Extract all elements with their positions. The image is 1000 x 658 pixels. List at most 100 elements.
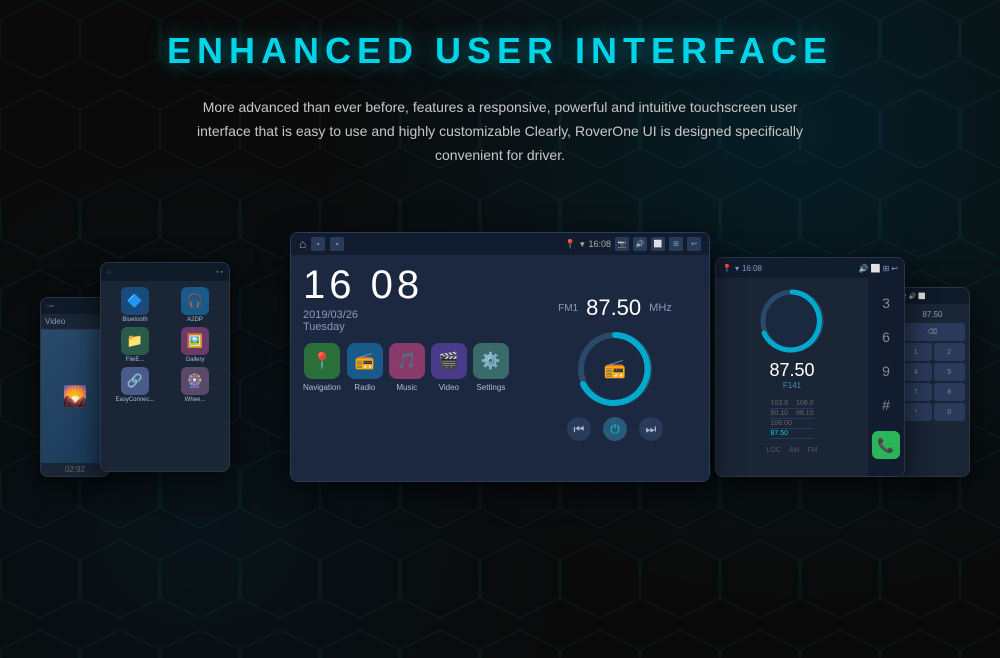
- scale-val-1r: 108.0: [796, 400, 814, 407]
- lss-body: 🔷 Bluetooth 🎧 A2DP 📁 FileE... 🖼️ Gallery: [101, 281, 229, 471]
- rm-freq-display: 87.50: [900, 308, 965, 321]
- rm-row-2: 1 2: [900, 343, 965, 361]
- next-btn[interactable]: ⏭: [639, 417, 663, 441]
- leftmost-body: Video 🌄 02:92: [41, 314, 109, 476]
- rss-frequency-scale: 103.9 108.0 90.10 98.10 108.00 87.50: [766, 396, 817, 443]
- radio-controls: ⏮ ⏻ ⏭: [567, 417, 663, 441]
- center-left-panel: 16 08 2019/03/26 Tuesday 📍 Navigation 📻 …: [291, 255, 521, 481]
- rss-status-left: 📍 ▾ 16:08: [722, 264, 762, 273]
- screen-rightmost: 📷 🔊 ⬜ 87.50 ⌫ 1 2 4 5: [895, 287, 970, 477]
- volume-icon: 🔊: [633, 237, 647, 251]
- lss-home: ⌂: [107, 269, 111, 276]
- lss-app-wheel[interactable]: 🎡 Whee...: [167, 367, 223, 403]
- scale-item-2: 90.10 98.10: [770, 410, 813, 419]
- rss-body: 87.50 F141 103.9 108.0 90.10 98.10 108.0…: [716, 278, 904, 476]
- page-content: ENHANCED USER INTERFACE More advanced th…: [0, 0, 1000, 487]
- lss-icons: ▪ ▪: [216, 269, 223, 276]
- video-app-icon: 🎬: [431, 343, 467, 379]
- bluetooth-label: Bluetooth: [122, 317, 147, 323]
- camera-icon: 📷: [615, 237, 629, 251]
- status-time: 16:08: [588, 239, 611, 249]
- home-btn[interactable]: ⌂: [299, 237, 306, 251]
- rightmost-body: 📷 🔊 ⬜ 87.50 ⌫ 1 2 4 5: [896, 288, 969, 476]
- radio-circle: 📻: [575, 329, 655, 409]
- prev-btn[interactable]: ⏮: [567, 417, 591, 441]
- music-app-label: Music: [396, 383, 417, 392]
- bluetooth-icon: 🔷: [121, 287, 149, 315]
- wifi-icon: ▾: [580, 239, 585, 250]
- day-value: Tuesday: [303, 321, 345, 333]
- leftmost-header: Video: [41, 314, 109, 330]
- num-hash[interactable]: #: [882, 397, 890, 413]
- center-screen-body: 16 08 2019/03/26 Tuesday 📍 Navigation 📻 …: [291, 255, 709, 481]
- status-icons: ▪▪: [49, 303, 54, 310]
- rm-row-4: 7 8: [900, 383, 965, 401]
- fm-freq: 87.50: [586, 295, 641, 321]
- radio-icon-center: 📻: [604, 359, 626, 380]
- scale-item-3: 108.00: [770, 420, 813, 429]
- rss-sub: F141: [783, 381, 801, 390]
- rm-row-5: * 0: [900, 403, 965, 421]
- back-icon: ↩: [687, 237, 701, 251]
- leftmost-time: 02:92: [41, 463, 109, 476]
- center-right-panel: FM1 87.50 MHz 📻 ⏮ ⏻ ⏭: [521, 255, 709, 481]
- rss-vol: 🔊: [859, 264, 869, 273]
- rss-screen: ⬜: [871, 264, 881, 273]
- label-am: AM: [789, 447, 800, 454]
- power-btn[interactable]: ⏻: [603, 417, 627, 441]
- music-app-icon: 🎵: [389, 343, 425, 379]
- rm-row-1: ⌫: [900, 323, 965, 341]
- navigation-app-label: Navigation: [303, 383, 341, 392]
- num-9[interactable]: 9: [882, 363, 890, 379]
- rm-btn-2[interactable]: 2: [934, 343, 966, 361]
- rss-wifi-icon: ▾: [735, 264, 739, 273]
- lss-apps-grid: 🔷 Bluetooth 🎧 A2DP 📁 FileE... 🖼️ Gallery: [107, 287, 223, 403]
- num-3[interactable]: 3: [882, 295, 890, 311]
- rm-btn-0[interactable]: 0: [934, 403, 966, 421]
- status-bar-right: 📍 ▾ 16:08 📷 🔊 ⬜ ⊞ ↩: [565, 237, 701, 251]
- easyconnect-label: EasyConnec...: [115, 397, 154, 403]
- rm-row-3: 4 5: [900, 363, 965, 381]
- rm-btn-del[interactable]: ⌫: [900, 323, 965, 341]
- num-6[interactable]: 6: [882, 329, 890, 345]
- radio-app-icon: 📻: [347, 343, 383, 379]
- scale-item-1: 103.9 108.0: [770, 400, 813, 409]
- lss-app-gallery[interactable]: 🖼️ Gallery: [167, 327, 223, 363]
- app-music[interactable]: 🎵 Music: [389, 343, 425, 392]
- lss-app-fileex[interactable]: 📁 FileE...: [107, 327, 163, 363]
- status-icon-2: ▪: [330, 237, 344, 251]
- status-icon-1: ▪: [311, 237, 325, 251]
- screen-icon: ⬜: [651, 237, 665, 251]
- leftmost-status: ⌂ ▪▪: [41, 298, 109, 314]
- label-loc: LOC: [766, 447, 780, 454]
- main-apps-grid: 📍 Navigation 📻 Radio 🎵 Music 🎬: [303, 343, 509, 392]
- status-bar-left: ⌂ ▪ ▪: [299, 237, 344, 251]
- lss-app-a2dp[interactable]: 🎧 A2DP: [167, 287, 223, 323]
- rss-labels: LOC AM FM: [766, 447, 817, 454]
- app-settings[interactable]: ⚙️ Settings: [473, 343, 509, 392]
- rm-btn-6[interactable]: 8: [934, 383, 966, 401]
- page-subtitle: More advanced than ever before, features…: [190, 96, 810, 167]
- rss-time: 16:08: [742, 264, 762, 273]
- radio-app-label: Radio: [354, 383, 375, 392]
- date-display: 2019/03/26 Tuesday: [303, 309, 509, 333]
- lss-status-bar: ⌂ ▪ ▪: [101, 263, 229, 281]
- settings-app-label: Settings: [476, 383, 505, 392]
- app-navigation[interactable]: 📍 Navigation: [303, 343, 341, 392]
- app-radio[interactable]: 📻 Radio: [347, 343, 383, 392]
- rss-status-bar: 📍 ▾ 16:08 🔊 ⬜ ⊞ ↩: [716, 258, 904, 278]
- fm-header: FM1 87.50 MHz: [558, 295, 672, 321]
- rightmost-status: 📷 🔊 ⬜: [896, 288, 969, 304]
- lss-app-easyconnect[interactable]: 🔗 EasyConnec...: [107, 367, 163, 403]
- a2dp-icon: 🎧: [181, 287, 209, 315]
- fm-label: FM1: [558, 303, 578, 314]
- lss-app-bluetooth[interactable]: 🔷 Bluetooth: [107, 287, 163, 323]
- call-button[interactable]: 📞: [872, 431, 900, 459]
- rm-btn-4[interactable]: 5: [934, 363, 966, 381]
- wheel-label: Whee...: [185, 397, 206, 403]
- screen-left-small: ⌂ ▪ ▪ 🔷 Bluetooth 🎧 A2DP 📁 FileE...: [100, 262, 230, 472]
- scale-item-4-highlight: 87.50: [770, 430, 813, 439]
- screen-center: ⌂ ▪ ▪ 📍 ▾ 16:08 📷 🔊 ⬜ ⊞ ↩: [290, 232, 710, 482]
- app-video[interactable]: 🎬 Video: [431, 343, 467, 392]
- scale-val-1: 103.9: [770, 400, 788, 407]
